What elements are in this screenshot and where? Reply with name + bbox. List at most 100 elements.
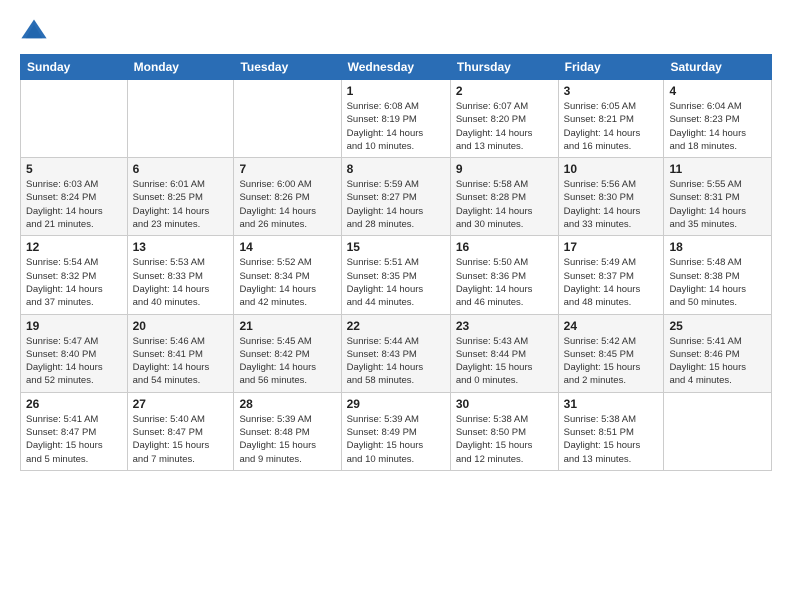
day-number: 2 <box>456 84 553 98</box>
calendar-cell: 27 Sunrise: 5:40 AMSunset: 8:47 PMDayligh… <box>127 392 234 470</box>
day-detail: Sunrise: 6:01 AMSunset: 8:25 PMDaylight:… <box>133 178 229 231</box>
day-detail: Sunrise: 6:03 AMSunset: 8:24 PMDaylight:… <box>26 178 122 231</box>
calendar-cell: 6 Sunrise: 6:01 AMSunset: 8:25 PMDaylight… <box>127 158 234 236</box>
calendar-cell <box>127 80 234 158</box>
calendar-cell <box>21 80 128 158</box>
day-number: 14 <box>239 240 335 254</box>
day-detail: Sunrise: 5:39 AMSunset: 8:49 PMDaylight:… <box>347 413 445 466</box>
day-detail: Sunrise: 5:59 AMSunset: 8:27 PMDaylight:… <box>347 178 445 231</box>
calendar-cell: 14 Sunrise: 5:52 AMSunset: 8:34 PMDayligh… <box>234 236 341 314</box>
calendar-cell <box>664 392 772 470</box>
day-detail: Sunrise: 6:07 AMSunset: 8:20 PMDaylight:… <box>456 100 553 153</box>
calendar-cell: 5 Sunrise: 6:03 AMSunset: 8:24 PMDaylight… <box>21 158 128 236</box>
calendar-cell: 12 Sunrise: 5:54 AMSunset: 8:32 PMDayligh… <box>21 236 128 314</box>
day-detail: Sunrise: 5:38 AMSunset: 8:50 PMDaylight:… <box>456 413 553 466</box>
day-number: 5 <box>26 162 122 176</box>
day-detail: Sunrise: 5:51 AMSunset: 8:35 PMDaylight:… <box>347 256 445 309</box>
calendar-cell: 17Sunrise: 5:49 AMSunset: 8:37 PMDayligh… <box>558 236 664 314</box>
calendar-week-row: 5 Sunrise: 6:03 AMSunset: 8:24 PMDaylight… <box>21 158 772 236</box>
day-number: 27 <box>133 397 229 411</box>
day-number: 31 <box>564 397 659 411</box>
day-detail: Sunrise: 6:08 AMSunset: 8:19 PMDaylight:… <box>347 100 445 153</box>
day-number: 12 <box>26 240 122 254</box>
calendar-cell: 8 Sunrise: 5:59 AMSunset: 8:27 PMDaylight… <box>341 158 450 236</box>
weekday-header-monday: Monday <box>127 55 234 80</box>
day-number: 11 <box>669 162 766 176</box>
day-number: 16 <box>456 240 553 254</box>
day-number: 18 <box>669 240 766 254</box>
day-number: 25 <box>669 319 766 333</box>
day-detail: Sunrise: 6:00 AMSunset: 8:26 PMDaylight:… <box>239 178 335 231</box>
day-detail: Sunrise: 5:41 AMSunset: 8:47 PMDaylight:… <box>26 413 122 466</box>
weekday-header-tuesday: Tuesday <box>234 55 341 80</box>
calendar-cell: 23Sunrise: 5:43 AMSunset: 8:44 PMDayligh… <box>450 314 558 392</box>
calendar-cell: 11 Sunrise: 5:55 AMSunset: 8:31 PMDayligh… <box>664 158 772 236</box>
calendar-cell: 2 Sunrise: 6:07 AMSunset: 8:20 PMDaylight… <box>450 80 558 158</box>
day-number: 26 <box>26 397 122 411</box>
day-number: 15 <box>347 240 445 254</box>
calendar-cell: 25 Sunrise: 5:41 AMSunset: 8:46 PMDayligh… <box>664 314 772 392</box>
day-number: 30 <box>456 397 553 411</box>
day-detail: Sunrise: 5:56 AMSunset: 8:30 PMDaylight:… <box>564 178 659 231</box>
weekday-header-wednesday: Wednesday <box>341 55 450 80</box>
day-number: 6 <box>133 162 229 176</box>
calendar-cell: 20 Sunrise: 5:46 AMSunset: 8:41 PMDayligh… <box>127 314 234 392</box>
day-detail: Sunrise: 5:50 AMSunset: 8:36 PMDaylight:… <box>456 256 553 309</box>
calendar-cell: 7 Sunrise: 6:00 AMSunset: 8:26 PMDaylight… <box>234 158 341 236</box>
day-detail: Sunrise: 6:04 AMSunset: 8:23 PMDaylight:… <box>669 100 766 153</box>
day-number: 4 <box>669 84 766 98</box>
day-detail: Sunrise: 5:43 AMSunset: 8:44 PMDaylight:… <box>456 335 553 388</box>
weekday-header-row: SundayMondayTuesdayWednesdayThursdayFrid… <box>21 55 772 80</box>
calendar-cell: 24Sunrise: 5:42 AMSunset: 8:45 PMDayligh… <box>558 314 664 392</box>
day-detail: Sunrise: 5:54 AMSunset: 8:32 PMDaylight:… <box>26 256 122 309</box>
calendar-cell: 10 Sunrise: 5:56 AMSunset: 8:30 PMDayligh… <box>558 158 664 236</box>
day-number: 28 <box>239 397 335 411</box>
calendar-week-row: 1 Sunrise: 6:08 AMSunset: 8:19 PMDaylight… <box>21 80 772 158</box>
day-detail: Sunrise: 5:46 AMSunset: 8:41 PMDaylight:… <box>133 335 229 388</box>
calendar-week-row: 19 Sunrise: 5:47 AMSunset: 8:40 PMDayligh… <box>21 314 772 392</box>
day-number: 29 <box>347 397 445 411</box>
calendar-cell: 21 Sunrise: 5:45 AMSunset: 8:42 PMDayligh… <box>234 314 341 392</box>
day-number: 17 <box>564 240 659 254</box>
day-detail: Sunrise: 5:53 AMSunset: 8:33 PMDaylight:… <box>133 256 229 309</box>
calendar-cell <box>234 80 341 158</box>
day-detail: Sunrise: 5:39 AMSunset: 8:48 PMDaylight:… <box>239 413 335 466</box>
calendar-week-row: 12 Sunrise: 5:54 AMSunset: 8:32 PMDayligh… <box>21 236 772 314</box>
weekday-header-sunday: Sunday <box>21 55 128 80</box>
logo-icon <box>20 16 48 44</box>
day-detail: Sunrise: 5:58 AMSunset: 8:28 PMDaylight:… <box>456 178 553 231</box>
day-number: 21 <box>239 319 335 333</box>
calendar-cell: 15 Sunrise: 5:51 AMSunset: 8:35 PMDayligh… <box>341 236 450 314</box>
weekday-header-thursday: Thursday <box>450 55 558 80</box>
weekday-header-saturday: Saturday <box>664 55 772 80</box>
calendar-cell: 31 Sunrise: 5:38 AMSunset: 8:51 PMDayligh… <box>558 392 664 470</box>
day-detail: Sunrise: 5:38 AMSunset: 8:51 PMDaylight:… <box>564 413 659 466</box>
calendar-cell: 22Sunrise: 5:44 AMSunset: 8:43 PMDayligh… <box>341 314 450 392</box>
weekday-header-friday: Friday <box>558 55 664 80</box>
calendar-cell: 16 Sunrise: 5:50 AMSunset: 8:36 PMDayligh… <box>450 236 558 314</box>
calendar-cell: 13 Sunrise: 5:53 AMSunset: 8:33 PMDayligh… <box>127 236 234 314</box>
calendar-cell: 26 Sunrise: 5:41 AMSunset: 8:47 PMDayligh… <box>21 392 128 470</box>
page: SundayMondayTuesdayWednesdayThursdayFrid… <box>0 0 792 612</box>
calendar-cell: 30 Sunrise: 5:38 AMSunset: 8:50 PMDayligh… <box>450 392 558 470</box>
day-number: 8 <box>347 162 445 176</box>
day-number: 3 <box>564 84 659 98</box>
day-detail: Sunrise: 5:52 AMSunset: 8:34 PMDaylight:… <box>239 256 335 309</box>
calendar-table: SundayMondayTuesdayWednesdayThursdayFrid… <box>20 54 772 471</box>
day-detail: Sunrise: 5:55 AMSunset: 8:31 PMDaylight:… <box>669 178 766 231</box>
day-detail: Sunrise: 6:05 AMSunset: 8:21 PMDaylight:… <box>564 100 659 153</box>
day-detail: Sunrise: 5:47 AMSunset: 8:40 PMDaylight:… <box>26 335 122 388</box>
day-number: 20 <box>133 319 229 333</box>
logo <box>20 16 52 44</box>
day-detail: Sunrise: 5:48 AMSunset: 8:38 PMDaylight:… <box>669 256 766 309</box>
day-detail: Sunrise: 5:45 AMSunset: 8:42 PMDaylight:… <box>239 335 335 388</box>
calendar-cell: 18 Sunrise: 5:48 AMSunset: 8:38 PMDayligh… <box>664 236 772 314</box>
day-number: 1 <box>347 84 445 98</box>
day-detail: Sunrise: 5:40 AMSunset: 8:47 PMDaylight:… <box>133 413 229 466</box>
day-number: 24 <box>564 319 659 333</box>
day-detail: Sunrise: 5:41 AMSunset: 8:46 PMDaylight:… <box>669 335 766 388</box>
day-number: 19 <box>26 319 122 333</box>
day-number: 7 <box>239 162 335 176</box>
day-number: 10 <box>564 162 659 176</box>
day-number: 13 <box>133 240 229 254</box>
